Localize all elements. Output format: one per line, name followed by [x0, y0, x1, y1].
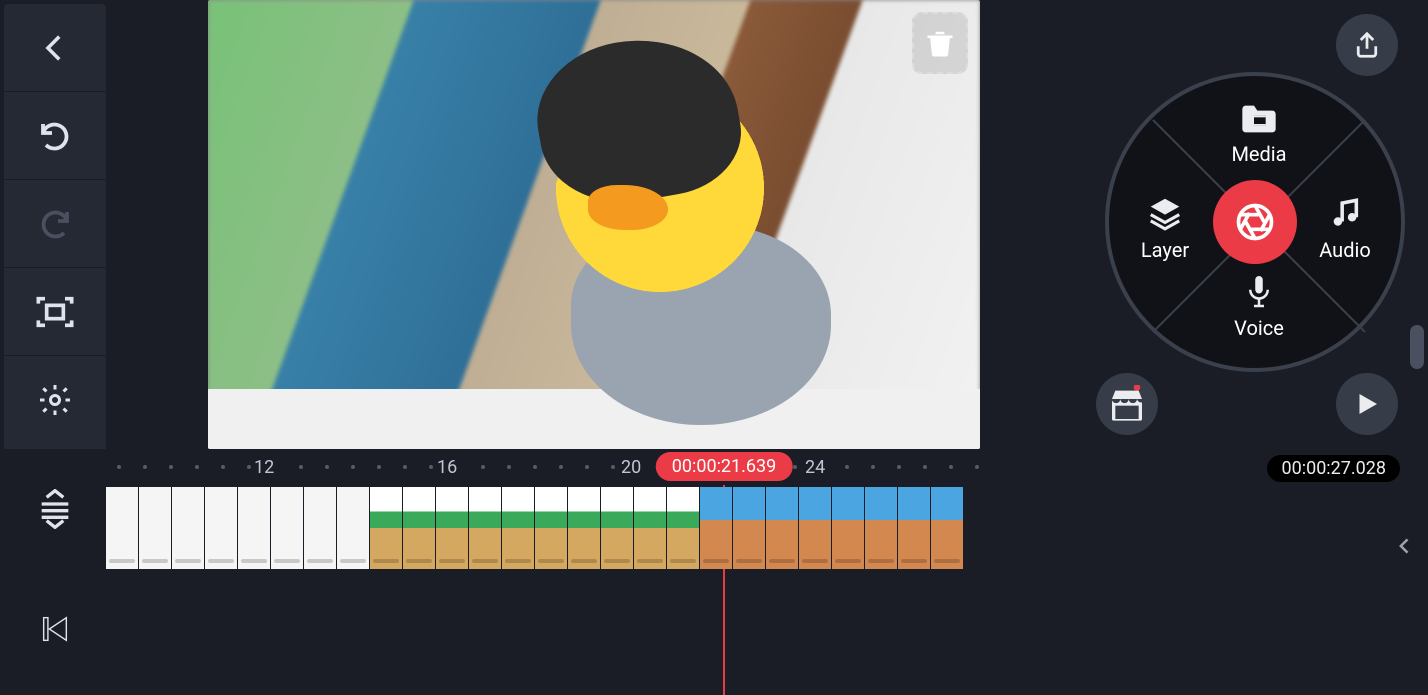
clip-thumb[interactable] [139, 487, 172, 569]
trash-icon [925, 26, 955, 60]
clip-thumb[interactable] [733, 487, 766, 569]
right-panel: Media Layer Audio Voice [1082, 0, 1428, 449]
mic-icon [1244, 272, 1274, 310]
redo-icon [37, 206, 73, 242]
wheel-layer-label: Layer [1141, 238, 1189, 262]
clip-thumb[interactable] [601, 487, 634, 569]
wheel-audio[interactable]: Audio [1295, 194, 1395, 262]
store-icon [1107, 385, 1147, 423]
clip-thumb[interactable] [898, 487, 931, 569]
settings-button[interactable] [4, 356, 106, 444]
skip-start-icon [38, 612, 72, 646]
audio-icon [1328, 194, 1362, 232]
wheel-voice[interactable]: Voice [1209, 272, 1309, 340]
clip-thumb[interactable] [238, 487, 271, 569]
media-icon [1239, 102, 1279, 136]
clip-thumb[interactable] [304, 487, 337, 569]
chevron-left-icon [1395, 532, 1415, 560]
timeline-left-tools [4, 449, 106, 695]
undo-icon [37, 118, 73, 154]
clip-thumb[interactable] [535, 487, 568, 569]
action-wheel: Media Layer Audio Voice [1105, 72, 1405, 372]
capture-button[interactable] [4, 268, 106, 356]
clip-thumb[interactable] [403, 487, 436, 569]
clip-thumb[interactable] [766, 487, 799, 569]
wheel-media-label: Media [1231, 142, 1286, 166]
wheel-record[interactable] [1213, 180, 1297, 264]
preview-canvas[interactable] [208, 0, 980, 449]
aperture-icon [1233, 200, 1277, 244]
play-icon [1352, 389, 1382, 419]
total-duration: 00:00:27.028 [1267, 455, 1400, 482]
back-button[interactable] [4, 4, 106, 92]
clip-thumb[interactable] [799, 487, 832, 569]
wheel-voice-label: Voice [1234, 316, 1284, 340]
expand-timeline-icon [35, 489, 75, 529]
clip-thumb[interactable] [667, 487, 700, 569]
clip-thumb[interactable] [865, 487, 898, 569]
clip-thumb[interactable] [700, 487, 733, 569]
clip-track[interactable] [106, 487, 964, 569]
clip-thumb[interactable] [370, 487, 403, 569]
clip-thumb[interactable] [436, 487, 469, 569]
preview-area [110, 0, 1078, 449]
clip-thumb[interactable] [502, 487, 535, 569]
wheel-layer[interactable]: Layer [1115, 194, 1215, 262]
play-button[interactable] [1336, 373, 1398, 435]
wheel-audio-label: Audio [1319, 238, 1371, 262]
playhead-time[interactable]: 00:00:21.639 [656, 452, 793, 481]
clip-thumb[interactable] [931, 487, 964, 569]
chevron-left-icon [38, 31, 72, 65]
clip-thumb[interactable] [568, 487, 601, 569]
share-icon [1352, 30, 1382, 60]
timeline-area: 12162024 00:00:21.639 00:00:27.028 [0, 449, 1428, 695]
clip-thumb[interactable] [337, 487, 370, 569]
timeline-expand-button[interactable] [4, 449, 106, 569]
store-button[interactable] [1096, 373, 1158, 435]
jump-start-button[interactable] [4, 569, 106, 689]
app-root: Media Layer Audio Voice [0, 0, 1428, 695]
clip-thumb[interactable] [634, 487, 667, 569]
clip-thumb[interactable] [271, 487, 304, 569]
clip-thumb[interactable] [832, 487, 865, 569]
timeline-main[interactable]: 12162024 00:00:21.639 00:00:27.028 [106, 449, 1428, 695]
redo-button[interactable] [4, 180, 106, 268]
clip-thumb[interactable] [205, 487, 238, 569]
expand-right-panel[interactable] [1386, 520, 1424, 572]
clip-thumb[interactable] [106, 487, 139, 569]
top-area: Media Layer Audio Voice [0, 0, 1428, 449]
layer-icon [1146, 194, 1184, 232]
delete-button[interactable] [912, 12, 968, 74]
export-button[interactable] [1336, 14, 1398, 76]
clip-thumb[interactable] [469, 487, 502, 569]
left-toolbar [4, 4, 106, 449]
clip-thumb[interactable] [172, 487, 205, 569]
undo-button[interactable] [4, 92, 106, 180]
scroll-indicator[interactable] [1410, 325, 1424, 369]
timeline-ruler[interactable]: 12162024 00:00:21.639 00:00:27.028 [106, 449, 1428, 485]
wheel-media[interactable]: Media [1209, 102, 1309, 166]
gear-icon [37, 382, 73, 418]
capture-icon [35, 295, 75, 329]
